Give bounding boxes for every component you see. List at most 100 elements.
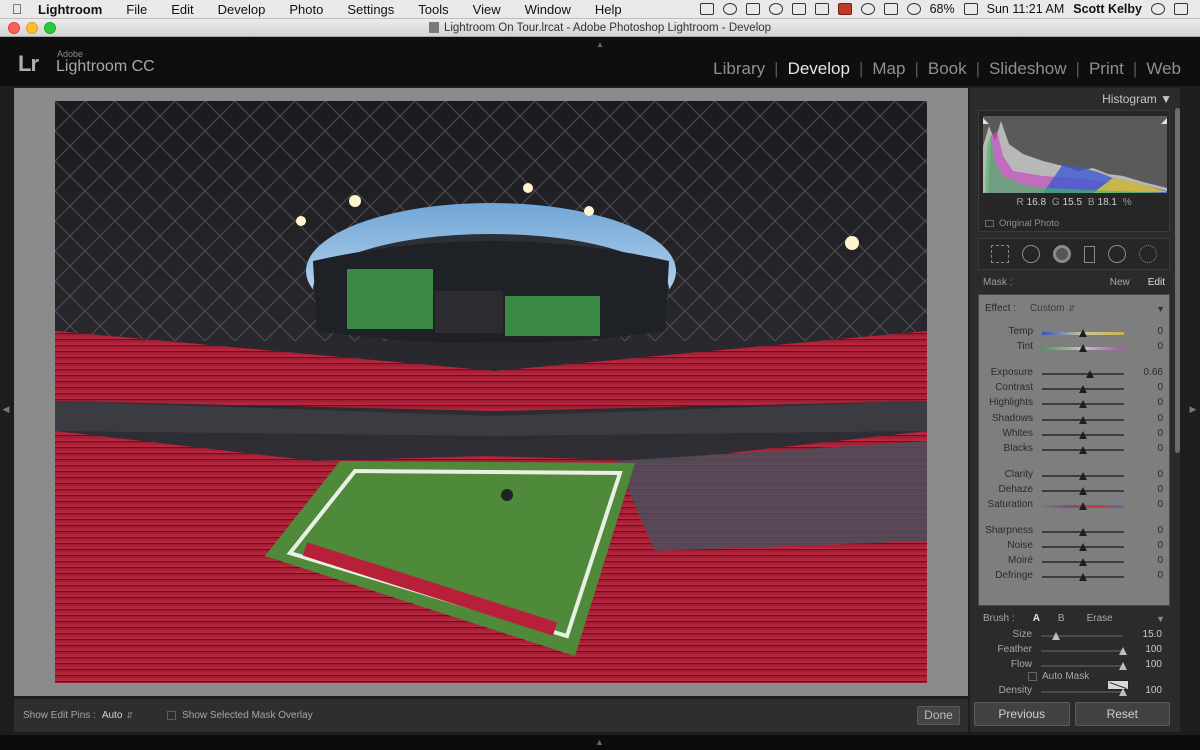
slider-knob[interactable] <box>1079 558 1087 566</box>
slider-knob[interactable] <box>1079 400 1087 408</box>
module-map[interactable]: Map <box>863 59 914 79</box>
chevron-updown-icon[interactable]: ⇵ <box>126 711 133 720</box>
slider-value[interactable]: 100 <box>1145 659 1162 670</box>
slider-track[interactable] <box>1042 502 1124 510</box>
battery-percent[interactable]: 68% <box>930 2 955 16</box>
slider-value[interactable]: 0 <box>1157 570 1163 581</box>
slider-knob[interactable] <box>1079 446 1087 454</box>
mask-edit-button[interactable]: Edit <box>1148 277 1165 288</box>
panel-scrollbar[interactable] <box>1175 108 1180 453</box>
crop-tool-icon[interactable] <box>991 245 1010 263</box>
module-print[interactable]: Print <box>1080 59 1133 79</box>
photo-canvas[interactable] <box>14 88 968 696</box>
top-panel-toggle-icon[interactable]: ▲ <box>596 40 604 49</box>
slider-value[interactable]: 0 <box>1157 469 1163 480</box>
slider-knob[interactable] <box>1119 647 1127 655</box>
show-edit-pins-select[interactable]: Auto <box>102 710 123 721</box>
original-photo-checkbox[interactable] <box>985 220 994 227</box>
slider-value[interactable]: 0 <box>1157 555 1163 566</box>
tray-icon-3[interactable] <box>791 3 806 15</box>
slider-knob[interactable] <box>1119 662 1127 670</box>
close-window-button[interactable] <box>8 22 20 34</box>
reset-button[interactable]: Reset <box>1074 702 1170 726</box>
slider-value[interactable]: 0 <box>1157 428 1163 439</box>
slider-track[interactable] <box>1042 400 1124 408</box>
left-panel-toggle-icon[interactable]: ◀ <box>2 402 10 416</box>
triangle-down-icon[interactable]: ▼ <box>1156 614 1165 624</box>
time-machine-icon[interactable] <box>860 3 875 15</box>
slider-value[interactable]: 0 <box>1157 525 1163 536</box>
slider-track[interactable] <box>1042 472 1124 480</box>
slider-value[interactable]: 0 <box>1157 540 1163 551</box>
slider-knob[interactable] <box>1119 688 1127 696</box>
slider-knob[interactable] <box>1079 416 1087 424</box>
chevron-updown-icon[interactable]: ⇵ <box>1068 304 1075 313</box>
menu-edit[interactable]: Edit <box>159 2 205 17</box>
radial-filter-icon[interactable] <box>1107 245 1126 263</box>
tray-icon-2[interactable] <box>722 3 737 15</box>
module-library[interactable]: Library <box>704 59 774 79</box>
adjustment-brush-icon[interactable] <box>1138 245 1157 263</box>
stadium-photo[interactable] <box>55 101 927 683</box>
mask-new-button[interactable]: New <box>1110 277 1130 288</box>
auto-mask-checkbox[interactable] <box>1028 672 1037 681</box>
bottom-panel-toggle-icon[interactable]: ▲ <box>595 737 604 747</box>
module-book[interactable]: Book <box>919 59 976 79</box>
previous-button[interactable]: Previous <box>974 702 1070 726</box>
airplay-icon[interactable] <box>814 3 829 15</box>
brush-erase-button[interactable]: Erase <box>1087 613 1113 624</box>
slider-track[interactable] <box>1042 543 1124 551</box>
clock[interactable]: Sun 11:21 AM <box>987 2 1065 16</box>
mask-overlay-checkbox[interactable] <box>167 711 177 720</box>
module-slideshow[interactable]: Slideshow <box>980 59 1076 79</box>
slider-value[interactable]: 0 <box>1157 413 1163 424</box>
slider-knob[interactable] <box>1051 632 1060 640</box>
spotlight-icon[interactable] <box>1151 3 1165 15</box>
right-panel-toggle-icon[interactable]: ▶ <box>1189 402 1197 416</box>
menu-view[interactable]: View <box>461 2 513 17</box>
slider-knob[interactable] <box>1079 573 1087 581</box>
slider-track[interactable] <box>1041 688 1127 696</box>
menu-file[interactable]: File <box>114 2 159 17</box>
slider-knob[interactable] <box>1079 431 1087 439</box>
slider-value[interactable]: 0 <box>1157 341 1163 352</box>
brush-a-button[interactable]: A <box>1033 613 1040 624</box>
slider-value[interactable]: 15.0 <box>1143 629 1162 640</box>
slider-value[interactable]: 0 <box>1157 382 1163 393</box>
slider-track[interactable] <box>1041 632 1123 640</box>
slider-value[interactable]: 0 <box>1157 484 1163 495</box>
info-icon[interactable] <box>768 3 783 15</box>
slider-knob[interactable] <box>1085 370 1094 378</box>
slider-knob[interactable] <box>1079 329 1087 337</box>
slider-value[interactable]: 100 <box>1145 685 1162 696</box>
dropbox-icon[interactable] <box>745 3 760 15</box>
tray-icon-1[interactable] <box>699 3 714 15</box>
histogram-graph[interactable] <box>983 116 1167 193</box>
module-web[interactable]: Web <box>1137 59 1190 79</box>
menu-settings[interactable]: Settings <box>335 2 406 17</box>
zoom-window-button[interactable] <box>44 22 56 34</box>
slider-knob[interactable] <box>1079 344 1087 352</box>
menu-app[interactable]: Lightroom <box>34 2 114 17</box>
slider-track[interactable] <box>1042 329 1124 337</box>
slider-track[interactable] <box>1042 558 1124 566</box>
notification-center-icon[interactable] <box>1174 3 1188 15</box>
menu-photo[interactable]: Photo <box>277 2 335 17</box>
slider-value[interactable]: 0 <box>1157 397 1163 408</box>
slider-value[interactable]: 100 <box>1145 644 1162 655</box>
wifi-icon[interactable] <box>906 3 921 15</box>
slider-track[interactable] <box>1041 647 1127 655</box>
slider-track[interactable] <box>1042 431 1124 439</box>
slider-track[interactable] <box>1042 416 1124 424</box>
histogram-header[interactable]: Histogram ▼ <box>1102 92 1172 106</box>
module-develop[interactable]: Develop <box>779 59 859 79</box>
bluetooth-icon[interactable] <box>883 3 898 15</box>
slider-knob[interactable] <box>1079 487 1087 495</box>
alert-icon[interactable] <box>837 3 852 15</box>
auto-mask-toggle[interactable]: Auto Mask <box>1028 671 1089 682</box>
effect-preset-select[interactable]: Custom <box>1030 303 1064 314</box>
menu-tools[interactable]: Tools <box>406 2 460 17</box>
triangle-down-icon[interactable]: ▼ <box>1156 304 1165 314</box>
slider-value[interactable]: 0.66 <box>1144 367 1163 378</box>
slider-value[interactable]: 0 <box>1157 443 1163 454</box>
